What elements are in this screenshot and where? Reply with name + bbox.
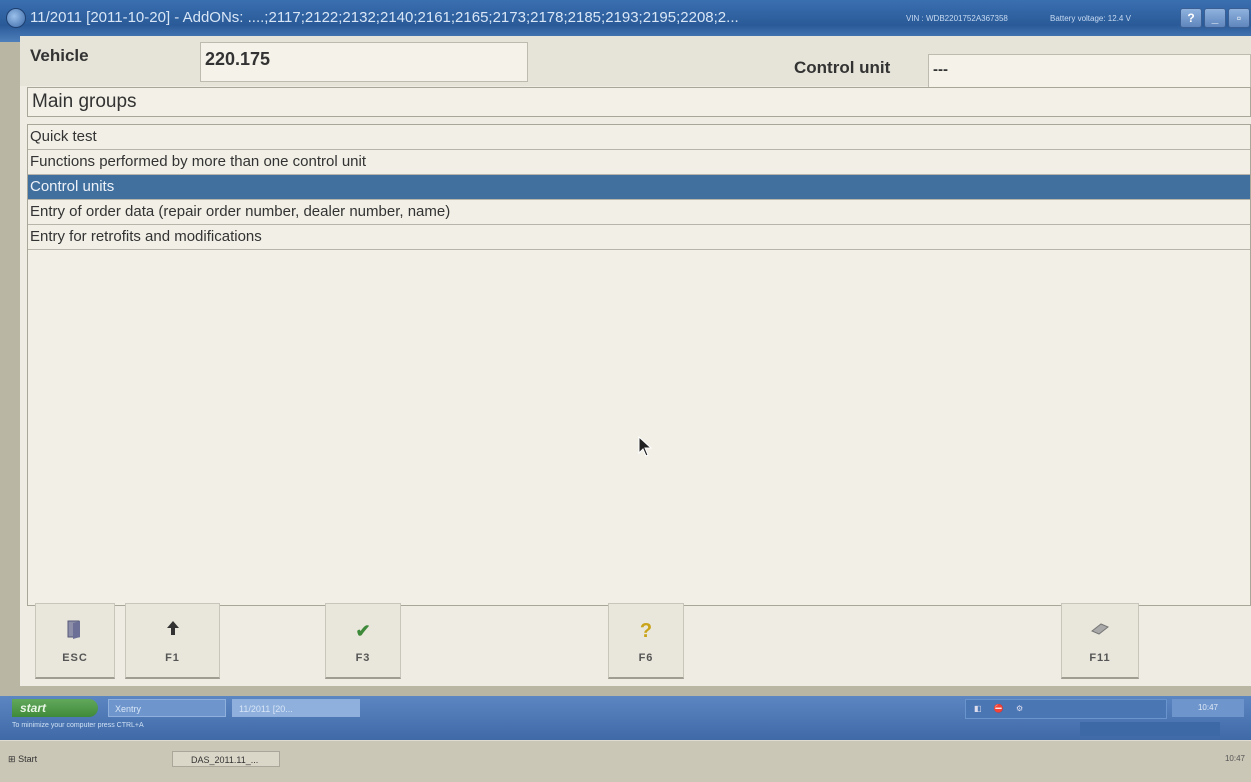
checkmark-icon: ✔ xyxy=(355,621,371,641)
remote-taskbar: start Xentry 11/2011 [20... To minimize … xyxy=(0,696,1251,740)
window-title: 11/2011 [2011-10-20] - AddONs: ....;2117… xyxy=(30,9,739,26)
vehicle-label: Vehicle xyxy=(30,46,89,65)
minimize-button[interactable]: _ xyxy=(1204,8,1226,28)
mouse-pointer-icon xyxy=(638,436,653,457)
battery-voltage-readout: Battery voltage: 12.4 V xyxy=(1050,14,1131,23)
remote-tray-row xyxy=(1080,722,1220,736)
taskbar-item-xentry[interactable]: Xentry xyxy=(108,699,226,717)
function-key-bar: ESC F1 ✔ F3 ? F6 F11 xyxy=(20,603,1144,685)
tray-icon: ⚙ xyxy=(1016,704,1024,713)
remote-system-tray: ◧ ⛔ ⚙ xyxy=(965,699,1167,719)
stop-icon: ⛔ xyxy=(993,704,1004,713)
list-item-order-data[interactable]: Entry of order data (repair order number… xyxy=(28,200,1250,225)
app-logo-icon xyxy=(6,8,26,28)
f3-key-label: F3 xyxy=(355,652,371,664)
vehicle-header: Vehicle 220.175 Control unit --- xyxy=(20,36,1251,88)
main-groups-heading: Main groups xyxy=(27,87,1251,117)
restore-button[interactable]: ▫ xyxy=(1228,8,1250,28)
f11-key-label: F11 xyxy=(1089,652,1111,664)
windows-icon: ⊞ xyxy=(8,754,16,764)
vehicle-field: 220.175 xyxy=(200,42,528,82)
list-item-retrofits[interactable]: Entry for retrofits and modifications xyxy=(28,225,1250,250)
host-taskbar: ⊞ Start DAS_2011.11_... 10:47 xyxy=(0,740,1251,782)
f3-button[interactable]: ✔ F3 xyxy=(325,603,401,679)
vin-readout: VIN : WDB2201752A367358 xyxy=(906,14,1008,23)
network-icon: ◧ xyxy=(974,704,982,713)
host-system-tray: 10:47 xyxy=(1120,751,1245,767)
host-taskbar-item-das[interactable]: DAS_2011.11_... xyxy=(172,751,280,767)
taskbar-item-das[interactable]: 11/2011 [20... xyxy=(232,699,360,717)
help-title-icon[interactable]: ? xyxy=(1180,8,1202,28)
f1-button[interactable]: F1 xyxy=(125,603,220,679)
arrow-up-icon xyxy=(126,618,219,644)
app-window: Vehicle 220.175 Control unit --- Main gr… xyxy=(20,36,1251,686)
control-unit-label: Control unit xyxy=(794,58,891,77)
host-clock: 10:47 xyxy=(1224,754,1245,763)
host-start-button[interactable]: ⊞ Start xyxy=(8,751,118,767)
esc-button[interactable]: ESC xyxy=(35,603,115,679)
list-item-quick-test[interactable]: Quick test xyxy=(28,125,1250,150)
control-unit-field: --- xyxy=(928,54,1251,88)
list-item-multi-cu-functions[interactable]: Functions performed by more than one con… xyxy=(28,150,1250,175)
remote-start-button[interactable]: start xyxy=(12,699,98,717)
list-item-control-units[interactable]: Control units xyxy=(28,175,1250,200)
f6-key-label: F6 xyxy=(638,652,654,664)
esc-key-label: ESC xyxy=(62,652,88,664)
help-icon: ? xyxy=(639,620,653,642)
f6-button[interactable]: ? F6 xyxy=(608,603,684,679)
exit-door-icon xyxy=(36,618,114,644)
eraser-icon xyxy=(1062,618,1138,644)
host-start-label: Start xyxy=(18,754,38,764)
f11-button[interactable]: F11 xyxy=(1061,603,1139,679)
remote-hint-text: To minimize your computer press CTRL+A xyxy=(12,722,144,729)
remote-clock: 10:47 xyxy=(1172,699,1244,717)
main-groups-list: Quick test Functions performed by more t… xyxy=(27,124,1251,606)
f1-key-label: F1 xyxy=(165,652,180,664)
